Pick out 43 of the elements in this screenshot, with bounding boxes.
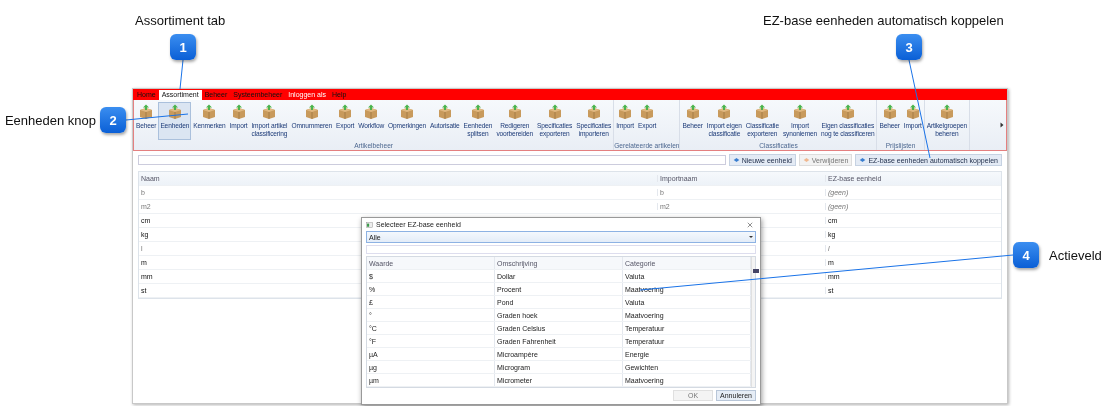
package-icon (639, 104, 656, 120)
package-icon (546, 104, 563, 120)
callout-label: EZ-base eenheden automatisch koppelen (763, 13, 1004, 28)
package-icon (754, 104, 771, 120)
close-icon[interactable] (747, 221, 753, 228)
leader-line (125, 113, 189, 121)
package-icon (337, 104, 354, 120)
filter-field[interactable] (366, 245, 756, 254)
package-icon (303, 104, 320, 120)
caret-icon (749, 236, 753, 238)
package-icon (201, 104, 218, 120)
callout-label: Eenheden knop (4, 113, 96, 128)
leader-line (179, 59, 184, 90)
package-icon (363, 104, 380, 120)
package-icon (138, 104, 155, 120)
package-icon (904, 104, 921, 120)
package-icon (617, 104, 634, 120)
package-icon (399, 104, 415, 120)
callout-badge: 4 (1013, 242, 1039, 268)
package-icon (166, 104, 183, 120)
callout-badge: 1 (170, 34, 196, 60)
package-icon (716, 104, 733, 120)
package-icon (469, 104, 486, 120)
package-icon (792, 104, 808, 120)
callout-label: Actieveld (1049, 248, 1102, 263)
package-icon (938, 104, 955, 120)
package-icon (436, 104, 453, 120)
package-icon (839, 104, 856, 120)
package-icon (684, 104, 701, 120)
tool-icon (802, 157, 810, 163)
package-icon (585, 104, 602, 120)
package-icon (261, 104, 278, 120)
package-icon (506, 104, 523, 120)
callout-badge: 2 (100, 107, 126, 133)
callout-badge: 3 (896, 34, 922, 60)
package-icon (881, 104, 898, 120)
tool-icon (859, 157, 867, 163)
package-icon (230, 104, 247, 120)
search-field[interactable] (138, 155, 726, 165)
callout-label: Assortiment tab (135, 13, 226, 28)
scroll-right-icon[interactable] (1000, 122, 1004, 128)
tool-icon (732, 157, 740, 163)
window-icon (366, 221, 373, 228)
